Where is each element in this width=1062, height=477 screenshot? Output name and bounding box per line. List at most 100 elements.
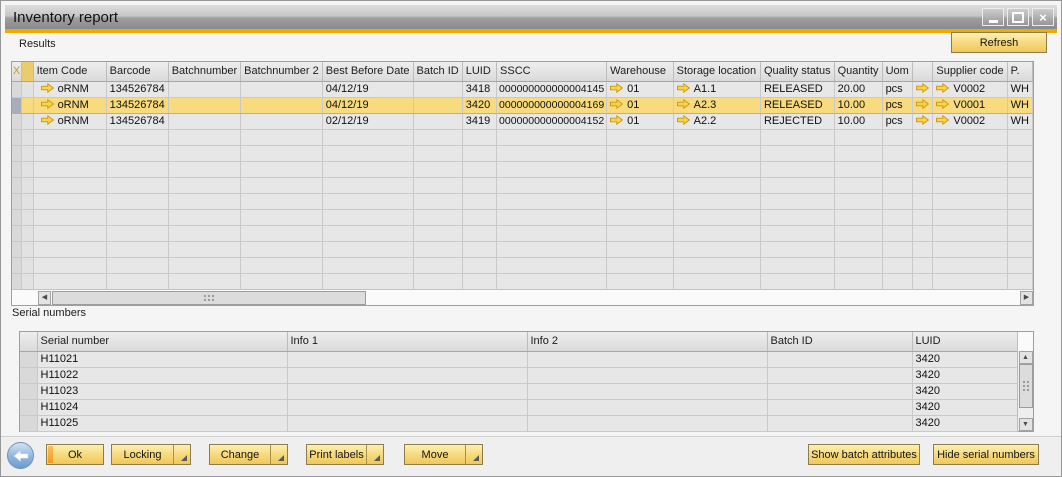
cell-item-code[interactable]: oRNM	[33, 97, 106, 113]
empty-cell[interactable]	[168, 273, 240, 289]
row-selector[interactable]	[12, 241, 22, 257]
empty-cell[interactable]	[760, 257, 834, 273]
row-selector[interactable]	[22, 145, 34, 161]
column-header-info2[interactable]: Info 2	[527, 332, 767, 351]
empty-cell[interactable]	[322, 273, 413, 289]
column-header-batchnumber2[interactable]: Batchnumber 2	[241, 62, 323, 81]
scroll-down-button[interactable]: ▼	[1019, 418, 1033, 431]
results-empty-row[interactable]	[12, 273, 1033, 289]
serial-row[interactable]: H11024 3420	[20, 399, 1017, 415]
empty-cell[interactable]	[607, 193, 673, 209]
empty-cell[interactable]	[106, 209, 168, 225]
empty-cell[interactable]	[462, 257, 496, 273]
results-empty-row[interactable]	[12, 129, 1033, 145]
cell-warehouse[interactable]: 01	[607, 97, 673, 113]
empty-cell[interactable]	[462, 193, 496, 209]
column-header-quality-status[interactable]: Quality status	[760, 62, 834, 81]
cell-link[interactable]	[913, 97, 933, 113]
empty-cell[interactable]	[913, 273, 933, 289]
cell-luid[interactable]: 3420	[912, 383, 1017, 399]
cell-info1[interactable]	[287, 383, 527, 399]
column-header-sel1[interactable]: X	[12, 62, 22, 81]
column-header-serial-number[interactable]: Serial number	[37, 332, 287, 351]
move-menu-button[interactable]	[465, 445, 482, 464]
cell-info1[interactable]	[287, 351, 527, 367]
cell-serial-number[interactable]: H11021	[37, 351, 287, 367]
empty-cell[interactable]	[413, 225, 462, 241]
empty-cell[interactable]	[933, 177, 1007, 193]
empty-cell[interactable]	[1007, 209, 1032, 225]
empty-cell[interactable]	[241, 145, 323, 161]
empty-cell[interactable]	[106, 241, 168, 257]
empty-cell[interactable]	[168, 225, 240, 241]
empty-cell[interactable]	[913, 145, 933, 161]
empty-cell[interactable]	[168, 145, 240, 161]
empty-cell[interactable]	[106, 257, 168, 273]
empty-cell[interactable]	[33, 177, 106, 193]
empty-cell[interactable]	[882, 161, 913, 177]
empty-cell[interactable]	[607, 273, 673, 289]
row-selector[interactable]	[12, 129, 22, 145]
empty-cell[interactable]	[1007, 273, 1032, 289]
empty-cell[interactable]	[462, 161, 496, 177]
locking-button[interactable]: Locking	[111, 444, 191, 465]
empty-cell[interactable]	[322, 241, 413, 257]
cell-warehouse[interactable]: 01	[607, 113, 673, 129]
empty-cell[interactable]	[760, 209, 834, 225]
empty-cell[interactable]	[322, 161, 413, 177]
column-header-batch-id[interactable]: Batch ID	[413, 62, 462, 81]
cell-luid[interactable]: 3420	[912, 399, 1017, 415]
move-button[interactable]: Move	[404, 444, 483, 465]
empty-cell[interactable]	[933, 209, 1007, 225]
empty-cell[interactable]	[913, 241, 933, 257]
empty-cell[interactable]	[760, 241, 834, 257]
cell-quality-status[interactable]: RELEASED	[760, 81, 834, 97]
empty-cell[interactable]	[834, 161, 882, 177]
cell-info2[interactable]	[527, 351, 767, 367]
row-selector[interactable]	[12, 209, 22, 225]
empty-cell[interactable]	[1007, 225, 1032, 241]
show-batch-attributes-button[interactable]: Show batch attributes	[808, 444, 920, 465]
row-selector[interactable]	[12, 257, 22, 273]
row-selector[interactable]	[20, 351, 37, 367]
change-button[interactable]: Change	[209, 444, 288, 465]
cell-luid[interactable]: 3420	[912, 415, 1017, 431]
results-empty-row[interactable]	[12, 209, 1033, 225]
cell-quantity[interactable]: 10.00	[834, 97, 882, 113]
empty-cell[interactable]	[497, 257, 607, 273]
empty-cell[interactable]	[106, 145, 168, 161]
cell-luid[interactable]: 3419	[462, 113, 496, 129]
empty-cell[interactable]	[413, 129, 462, 145]
empty-cell[interactable]	[413, 177, 462, 193]
column-header-storage-location[interactable]: Storage location	[673, 62, 760, 81]
results-empty-row[interactable]	[12, 145, 1033, 161]
row-selector[interactable]	[22, 81, 34, 97]
row-selector[interactable]	[12, 81, 22, 97]
empty-cell[interactable]	[933, 257, 1007, 273]
link-arrow-icon[interactable]	[677, 83, 690, 93]
cell-p[interactable]: WH	[1007, 113, 1032, 129]
row-selector[interactable]	[12, 145, 22, 161]
empty-cell[interactable]	[497, 193, 607, 209]
empty-cell[interactable]	[168, 129, 240, 145]
cell-sscc[interactable]: 000000000000004169	[497, 97, 607, 113]
horizontal-scroll-thumb[interactable]	[52, 291, 366, 305]
link-arrow-icon[interactable]	[610, 83, 623, 93]
empty-cell[interactable]	[673, 257, 760, 273]
empty-cell[interactable]	[322, 145, 413, 161]
empty-cell[interactable]	[913, 257, 933, 273]
results-empty-row[interactable]	[12, 177, 1033, 193]
column-header-quantity[interactable]: Quantity	[834, 62, 882, 81]
minimize-button[interactable]	[982, 8, 1004, 26]
serial-row[interactable]: H110253420	[20, 415, 1017, 431]
row-selector[interactable]	[22, 225, 34, 241]
empty-cell[interactable]	[497, 241, 607, 257]
cell-serial-number[interactable]: H11024	[37, 399, 287, 415]
vertical-scroll-thumb[interactable]	[1019, 364, 1033, 408]
empty-cell[interactable]	[462, 145, 496, 161]
empty-cell[interactable]	[106, 161, 168, 177]
empty-cell[interactable]	[913, 225, 933, 241]
row-selector[interactable]	[22, 129, 34, 145]
column-header-sel2[interactable]	[22, 62, 34, 81]
back-button[interactable]	[7, 442, 34, 469]
